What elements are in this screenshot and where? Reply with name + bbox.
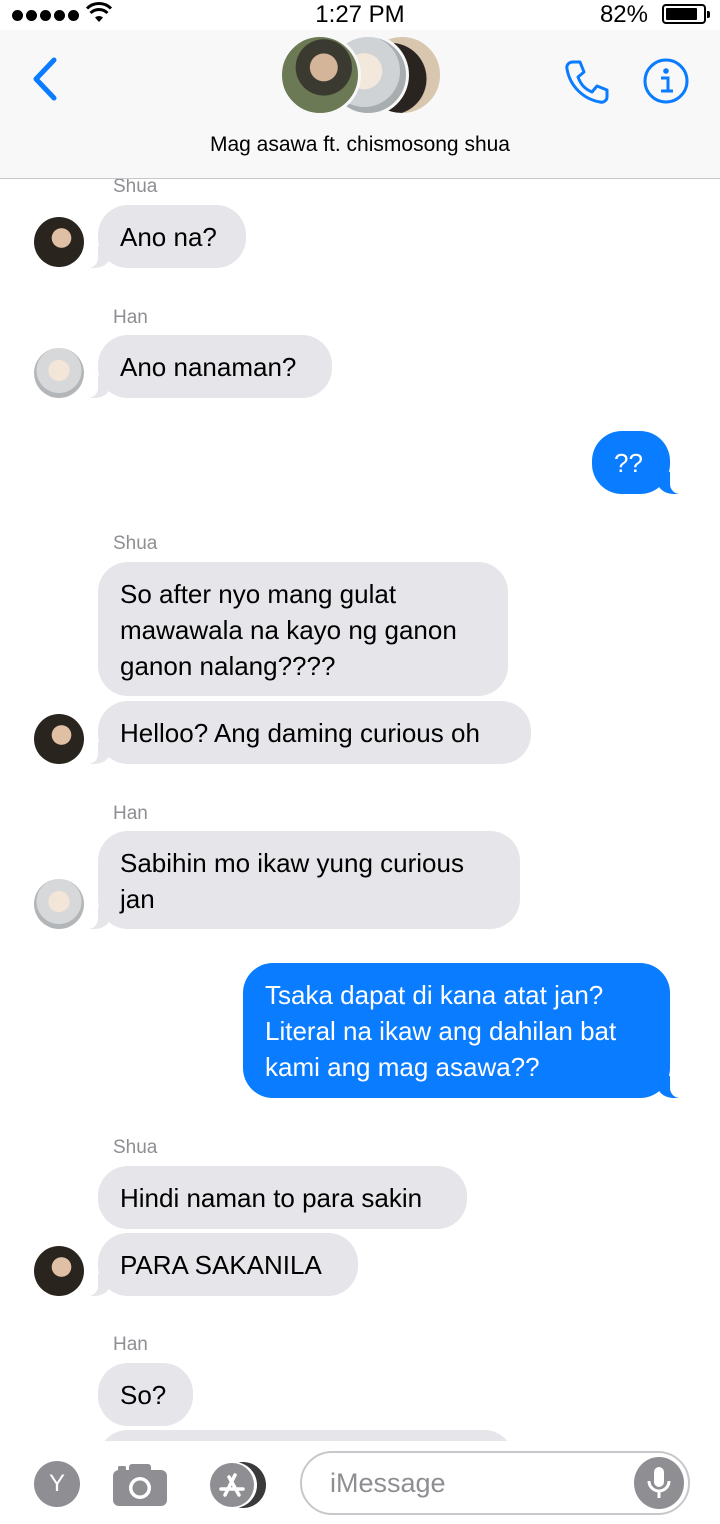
sender-label: Han — [113, 1334, 148, 1355]
sender-label: Han — [113, 803, 148, 824]
incoming-message-partial[interactable] — [98, 1430, 514, 1441]
message-input[interactable]: iMessage — [300, 1451, 690, 1515]
outgoing-message[interactable]: ?? — [592, 431, 688, 494]
conversation-header: Mag asawa ft. chismosong shua — [0, 30, 720, 179]
message-input-placeholder: iMessage — [330, 1468, 446, 1498]
sender-avatar[interactable] — [34, 714, 84, 764]
incoming-message[interactable]: Ano na? — [80, 205, 246, 268]
sender-avatar[interactable] — [34, 879, 84, 929]
message-composer: Y iMessage — [0, 1441, 720, 1524]
incoming-message[interactable]: Sabihin mo ikaw yung curious jan — [80, 831, 520, 929]
sender-avatar[interactable] — [34, 1246, 84, 1296]
battery-icon — [662, 4, 710, 24]
sender-label: Shua — [113, 533, 158, 554]
incoming-message[interactable]: So after nyo mang gulat mawawala na kayo… — [98, 562, 508, 696]
incoming-message[interactable]: Hindi naman to para sakin — [98, 1166, 467, 1229]
info-icon[interactable] — [642, 57, 690, 105]
message-thread[interactable]: Shua Ano na? Han Ano nanaman? ?? Shua So… — [0, 179, 720, 1441]
sender-label: Shua — [113, 179, 158, 197]
member-avatar — [279, 34, 361, 116]
battery-percentage: 82% — [599, 1, 648, 28]
sender-avatar[interactable] — [34, 217, 84, 267]
incoming-message[interactable]: Helloo? Ang daming curious oh — [80, 701, 531, 764]
outgoing-message[interactable]: Tsaka dapat di kana atat jan? Literal na… — [243, 963, 688, 1098]
back-chevron-icon[interactable] — [26, 54, 66, 104]
group-avatars[interactable] — [279, 34, 449, 116]
microphone-button[interactable] — [634, 1457, 684, 1509]
phone-icon[interactable] — [563, 58, 611, 106]
appstore-icon[interactable] — [205, 1461, 271, 1509]
incoming-message[interactable]: Ano nanaman? — [80, 335, 332, 398]
camera-icon[interactable] — [112, 1461, 168, 1507]
sender-avatar[interactable] — [34, 348, 84, 398]
incoming-message[interactable]: So? — [98, 1363, 193, 1426]
incoming-message[interactable]: PARA SAKANILA — [80, 1233, 358, 1296]
microphone-icon — [647, 1467, 671, 1498]
conversation-title[interactable]: Mag asawa ft. chismosong shua — [0, 133, 720, 157]
sender-label: Shua — [113, 1137, 158, 1158]
status-bar: 1:27 PM 82% — [0, 0, 720, 30]
apps-button[interactable]: Y — [34, 1461, 80, 1507]
sender-label: Han — [113, 307, 148, 328]
